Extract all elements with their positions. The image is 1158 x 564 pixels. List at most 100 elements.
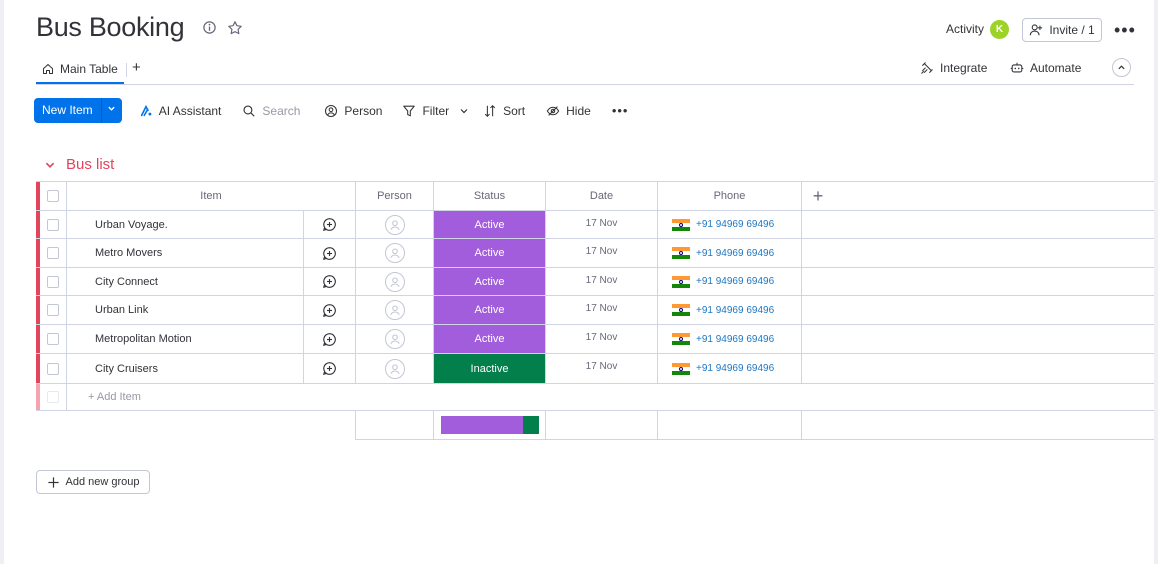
add-new-group-button[interactable]: Add new group [36, 470, 150, 494]
add-update-icon[interactable] [304, 325, 356, 353]
phone-number[interactable]: +91 94969 69496 [696, 248, 774, 259]
table-row[interactable]: City Cruisers Inactive 17 Nov +91 94969 694… [36, 354, 1154, 384]
empty-person-icon[interactable] [384, 243, 405, 263]
status-cell[interactable]: Active [434, 268, 546, 295]
row-checkbox[interactable] [47, 275, 59, 288]
item-name[interactable]: Metro Movers [67, 239, 304, 267]
row-checkbox[interactable] [47, 304, 59, 316]
phone-number[interactable]: +91 94969 69496 [696, 305, 774, 316]
chevron-down-icon[interactable] [459, 106, 469, 116]
table-row[interactable]: Metro Movers Active 17 Nov +91 94969 69496 [36, 239, 1154, 268]
phone-cell[interactable]: +91 94969 69496 [658, 325, 802, 353]
column-header-person[interactable]: Person [356, 182, 434, 210]
date-cell[interactable]: 17 Nov [546, 239, 658, 267]
add-update-icon[interactable] [304, 354, 356, 383]
add-update-icon[interactable] [304, 239, 356, 267]
status-segment-inactive[interactable] [522, 416, 539, 434]
chevron-down-icon[interactable] [44, 159, 56, 171]
person-cell[interactable] [356, 296, 434, 324]
column-header-status[interactable]: Status [434, 182, 546, 210]
date-cell[interactable]: 17 Nov [546, 354, 658, 383]
info-icon[interactable] [202, 20, 218, 36]
date-cell[interactable]: 17 Nov [546, 211, 658, 238]
search-button[interactable]: Search [242, 104, 300, 118]
add-item-row[interactable]: + Add Item [36, 384, 1154, 411]
empty-person-icon[interactable] [384, 329, 405, 349]
empty-person-icon[interactable] [384, 214, 405, 235]
select-all-checkbox[interactable] [47, 190, 59, 202]
person-cell[interactable] [356, 211, 434, 238]
phone-number[interactable]: +91 94969 69496 [696, 363, 774, 374]
group-header[interactable]: Bus list [44, 156, 114, 173]
add-update-icon[interactable] [304, 268, 356, 295]
user-avatar[interactable]: K [990, 20, 1009, 39]
phone-cell[interactable]: +91 94969 69496 [658, 268, 802, 295]
board-title[interactable]: Bus Booking [36, 12, 185, 43]
phone-cell[interactable]: +91 94969 69496 [658, 354, 802, 383]
automate-button[interactable]: Automate [1010, 61, 1081, 75]
more-options-icon[interactable]: ••• [1114, 20, 1136, 41]
star-icon[interactable] [227, 20, 243, 36]
table-row[interactable]: Urban Voyage. Active 17 Nov +91 94969 69496 [36, 211, 1154, 239]
row-checkbox[interactable] [47, 333, 59, 345]
status-cell[interactable]: Active [434, 296, 546, 324]
status-segment-active[interactable] [441, 416, 523, 434]
person-filter-button[interactable]: Person [324, 104, 382, 118]
collapse-header-icon[interactable] [1112, 58, 1131, 77]
date-cell[interactable]: 17 Nov [546, 268, 658, 295]
add-update-icon[interactable] [304, 296, 356, 324]
activity-button[interactable]: Activity [946, 22, 984, 36]
item-name[interactable]: City Cruisers [67, 354, 304, 383]
person-cell[interactable] [356, 268, 434, 295]
ai-assistant-button[interactable]: AI Assistant [139, 104, 221, 118]
item-name[interactable]: Urban Link [67, 296, 304, 324]
column-header-item[interactable]: Item [67, 182, 356, 210]
row-checkbox[interactable] [47, 247, 59, 259]
filter-button[interactable]: Filter [402, 104, 469, 118]
status-cell[interactable]: Active [434, 325, 546, 353]
empty-person-icon[interactable] [384, 271, 405, 292]
phone-cell[interactable]: +91 94969 69496 [658, 296, 802, 324]
table-row[interactable]: Metropolitan Motion Active 17 Nov +91 94969… [36, 325, 1154, 354]
column-header-date[interactable]: Date [546, 182, 658, 210]
add-column-icon[interactable]: + [802, 182, 834, 210]
item-name[interactable]: Urban Voyage. [67, 211, 304, 238]
date-cell[interactable]: 17 Nov [546, 296, 658, 324]
phone-number[interactable]: +91 94969 69496 [696, 219, 774, 230]
person-cell[interactable] [356, 239, 434, 267]
status-cell[interactable]: Active [434, 239, 546, 267]
table-row[interactable]: Urban Link Active 17 Nov +91 94969 69496 [36, 296, 1154, 325]
empty-person-icon[interactable] [384, 300, 405, 320]
item-name[interactable]: City Connect [67, 268, 304, 295]
phone-cell[interactable]: +91 94969 69496 [658, 211, 802, 238]
person-cell[interactable] [356, 325, 434, 353]
column-header-phone[interactable]: Phone [658, 182, 802, 210]
status-cell[interactable]: Active [434, 211, 546, 238]
phone-cell[interactable]: +91 94969 69496 [658, 239, 802, 267]
group-title[interactable]: Bus list [66, 156, 114, 173]
item-name[interactable]: Metropolitan Motion [67, 325, 304, 353]
person-cell[interactable] [356, 354, 434, 383]
date-cell[interactable]: 17 Nov [546, 325, 658, 353]
summary-date-cell [546, 411, 658, 439]
add-item-input[interactable]: + Add Item [67, 384, 367, 410]
integrate-button[interactable]: Integrate [920, 61, 987, 75]
status-distribution-bar[interactable] [441, 416, 539, 434]
phone-number[interactable]: +91 94969 69496 [696, 334, 774, 345]
chevron-down-icon[interactable] [100, 98, 122, 123]
summary-status-cell[interactable] [434, 411, 546, 439]
toolbar-more-icon[interactable]: ••• [612, 103, 629, 118]
table-row[interactable]: City Connect Active 17 Nov +91 94969 69496 [36, 268, 1154, 296]
empty-person-icon[interactable] [384, 358, 405, 379]
invite-button[interactable]: Invite / 1 [1022, 18, 1102, 42]
tab-main-table[interactable]: Main Table [36, 56, 124, 84]
hide-button[interactable]: Hide [546, 104, 591, 118]
row-checkbox[interactable] [47, 218, 59, 231]
status-cell[interactable]: Inactive [434, 354, 546, 383]
phone-number[interactable]: +91 94969 69496 [696, 276, 774, 287]
row-checkbox[interactable] [47, 362, 59, 375]
new-item-button[interactable]: New Item [34, 98, 122, 123]
sort-button[interactable]: Sort [483, 104, 525, 118]
add-update-icon[interactable] [304, 211, 356, 238]
add-view-button[interactable]: + [132, 59, 141, 76]
